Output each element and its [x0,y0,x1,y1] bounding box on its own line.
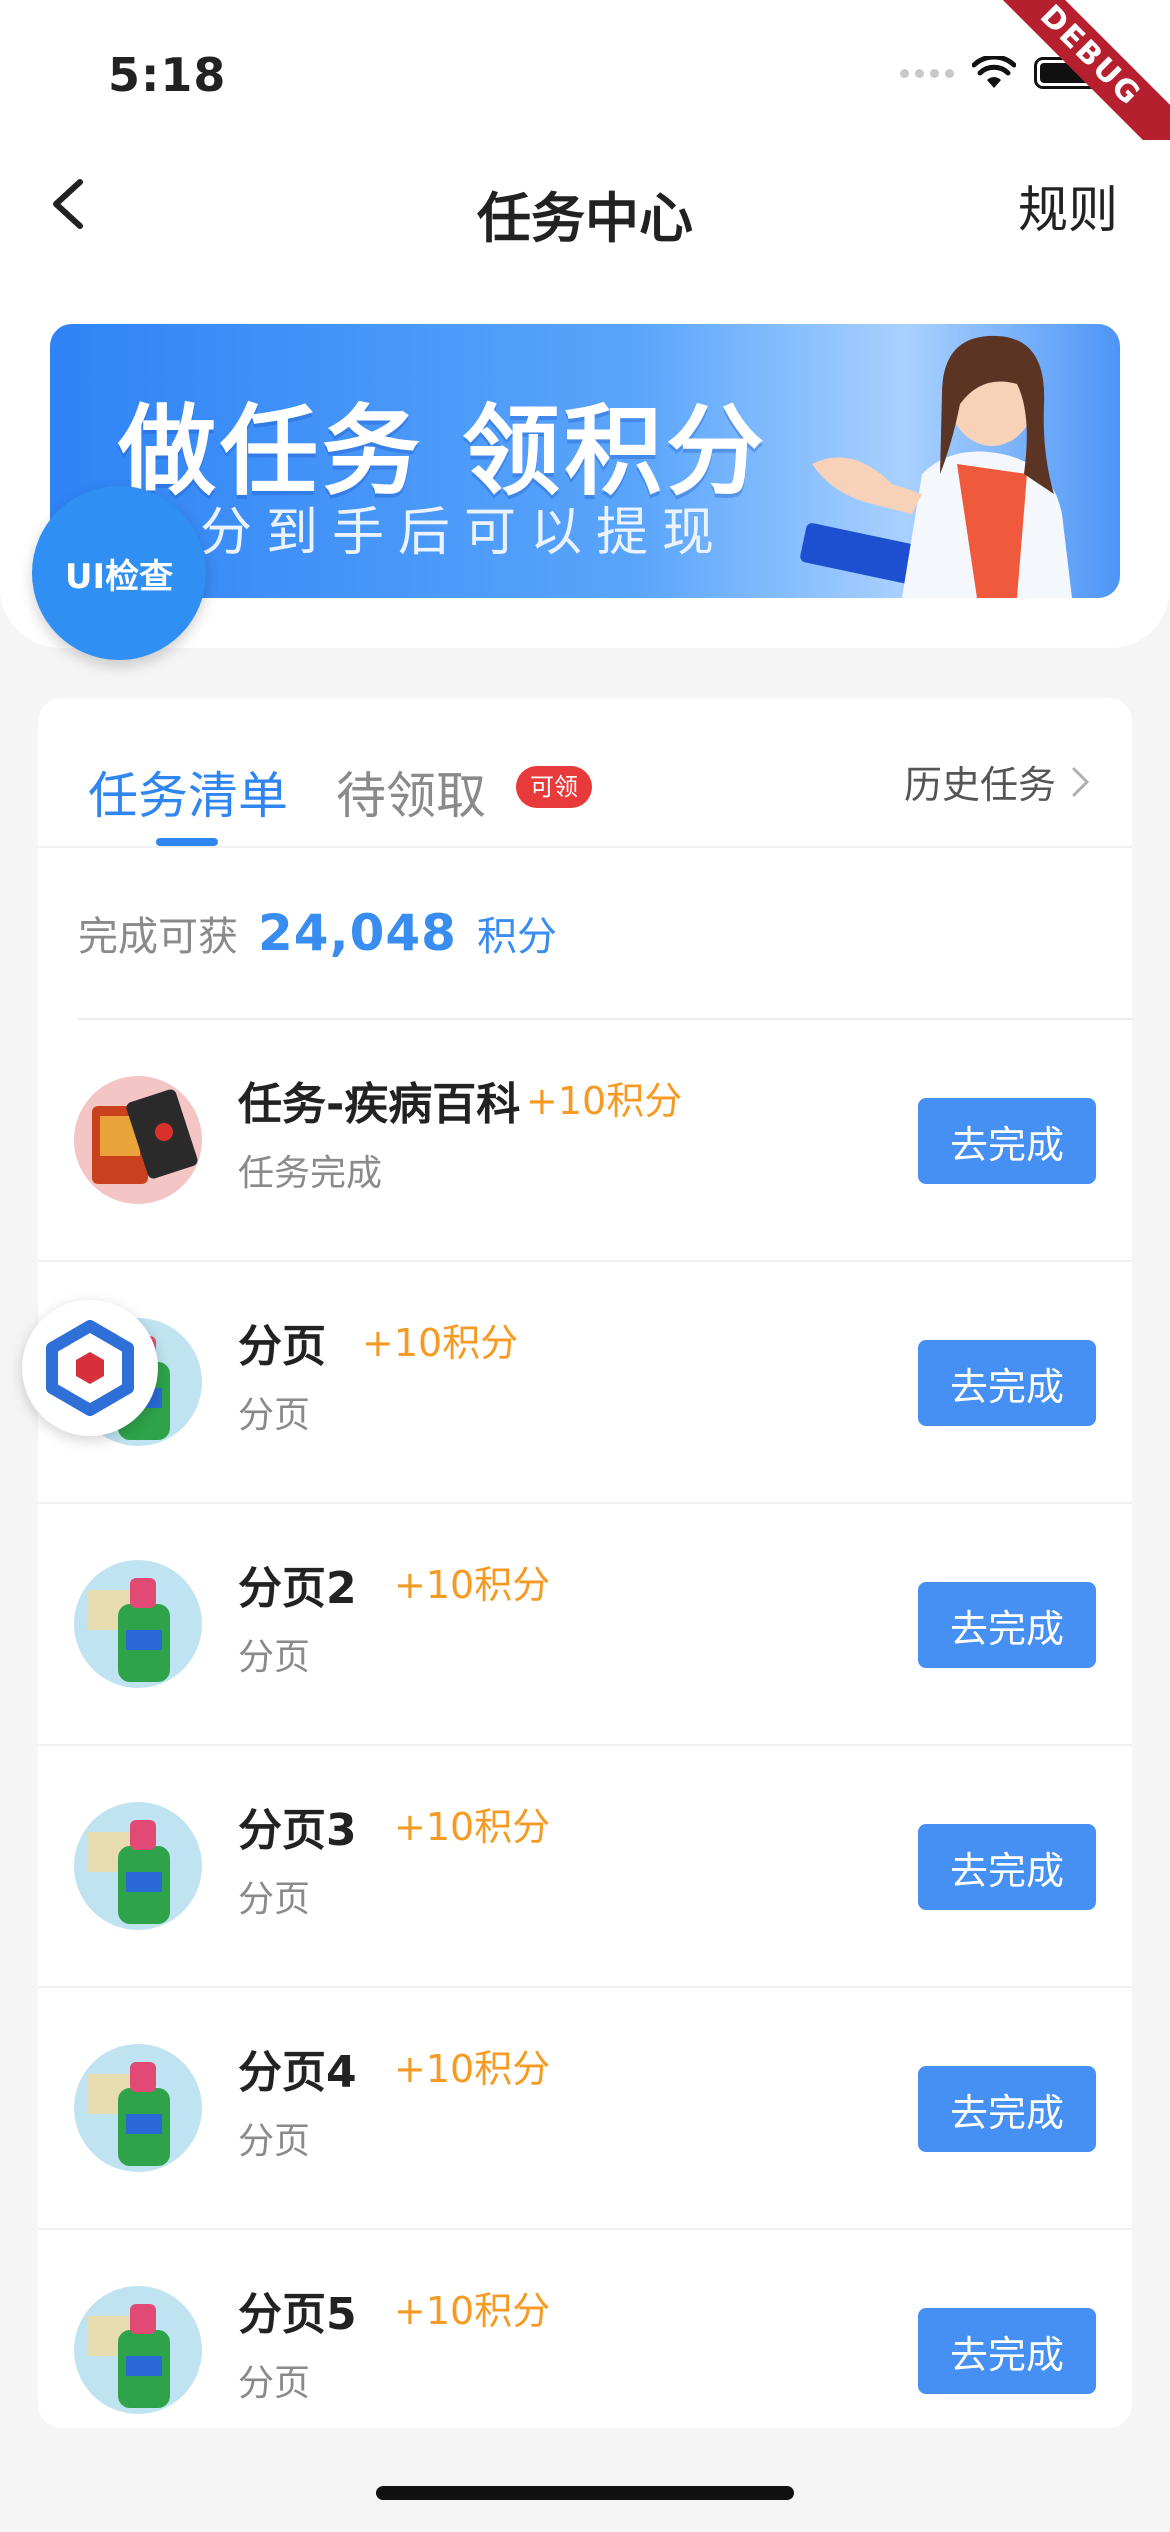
page-title: 任务中心 [477,187,693,250]
task-points: +10积分 [394,2289,551,2333]
detergent-thumb [74,2286,202,2414]
task-subtitle: 分页 [238,1637,311,1678]
task-row: 分页2 +10积分 分页 去完成 [38,1504,1132,1746]
snack-thumb [74,1076,202,1204]
status-time: 5:18 [108,48,227,102]
complete-task-button[interactable]: 去完成 [918,1582,1096,1668]
home-indicator[interactable] [376,2486,794,2500]
detergent-thumb [74,2044,202,2172]
task-list: 任务-疾病百科 +10积分 任务完成 去完成 分页 +10积分 分页 去完成 分… [38,1020,1132,2428]
complete-task-button[interactable]: 去完成 [918,1824,1096,1910]
cellular-signal-icon [900,68,954,78]
task-title: 分页 [238,1321,326,1372]
promo-banner[interactable]: 做任务 领积分 分到手后可以提现 [50,324,1120,598]
task-tabs: 任务清单 待领取 可领 历史任务 [38,698,1132,848]
hexagon-logo-icon [46,1320,134,1416]
task-subtitle: 分页 [238,1395,311,1436]
task-title: 分页2 [238,1563,357,1614]
wifi-icon [972,56,1016,88]
task-row: 分页5 +10积分 分页 去完成 [38,2230,1132,2428]
task-title: 分页3 [238,1805,357,1856]
task-points: +10积分 [394,1563,551,1607]
task-title: 任务-疾病百科 [238,1079,521,1130]
banner-subtitle: 分到手后可以提现 [200,503,729,563]
task-points: +10积分 [394,2047,551,2091]
history-tasks-link[interactable]: 历史任务 [904,754,1092,809]
task-card: 任务清单 待领取 可领 历史任务 完成可获 24,048 积分 任务-疾病百科 … [38,698,1132,2428]
task-row: 分页4 +10积分 分页 去完成 [38,1988,1132,2230]
chevron-right-icon [1072,767,1090,796]
task-subtitle: 分页 [238,2121,311,2162]
task-subtitle: 任务完成 [238,1153,383,1194]
task-row: 任务-疾病百科 +10积分 任务完成 去完成 [38,1020,1132,1262]
doctor-illustration [800,335,1072,598]
detergent-thumb [74,1560,202,1688]
complete-task-button[interactable]: 去完成 [918,1340,1096,1426]
rules-button[interactable]: 规则 [1018,170,1118,242]
history-tasks-label: 历史任务 [903,763,1056,807]
detergent-thumb [74,1802,202,1930]
complete-task-button[interactable]: 去完成 [918,1098,1096,1184]
active-tab-indicator [156,838,218,846]
complete-task-button[interactable]: 去完成 [918,2066,1096,2152]
status-bar: 5:18 DEBUG [0,0,1170,178]
tab-task-list[interactable]: 任务清单 [88,756,288,828]
summary-label: 完成可获 [78,914,238,960]
task-points: +10积分 [526,1079,683,1123]
task-row: 分页 +10积分 分页 去完成 [38,1262,1132,1504]
task-title: 分页5 [238,2289,357,2340]
navigation-bar: 任务中心 规则 [0,140,1170,270]
debug-tool-logo-button[interactable] [22,1300,158,1436]
task-points: +10积分 [362,1321,519,1365]
ui-check-button[interactable]: UI检查 [32,486,206,660]
summary-points: 24,048 [258,904,457,962]
task-subtitle: 分页 [238,1879,311,1920]
points-summary: 完成可获 24,048 积分 [78,904,557,962]
tab-pending[interactable]: 待领取 [336,756,486,828]
pending-badge: 可领 [516,766,592,808]
task-subtitle: 分页 [238,2363,311,2404]
summary-unit: 积分 [476,914,557,960]
complete-task-button[interactable]: 去完成 [918,2308,1096,2394]
task-points: +10积分 [394,1805,551,1849]
task-row: 分页3 +10积分 分页 去完成 [38,1746,1132,1988]
task-title: 分页4 [238,2047,357,2098]
